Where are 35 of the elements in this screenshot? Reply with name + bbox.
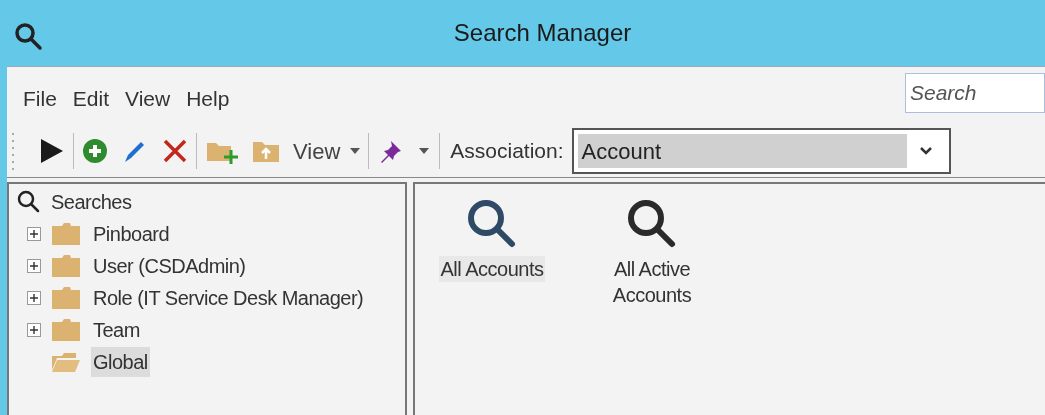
menu-item[interactable]: View [119, 83, 177, 115]
search-icon [14, 22, 44, 52]
add-icon[interactable] [82, 138, 108, 164]
saved-search[interactable]: All Active Accounts [602, 256, 702, 308]
window-title: Search Manager [452, 18, 632, 48]
tree-item[interactable]: Searches [51, 187, 132, 217]
folder-icon [51, 318, 81, 342]
folder-icon [51, 222, 81, 246]
association-dropdown[interactable]: Account [571, 128, 951, 174]
tree-item[interactable]: Global [91, 347, 150, 377]
tree-item[interactable]: Pinboard [91, 219, 172, 249]
search-icon [17, 190, 41, 214]
folder-icon [51, 254, 81, 278]
caret-icon [419, 148, 430, 154]
menu-item[interactable]: File [17, 83, 63, 115]
menu-item[interactable]: Edit [66, 83, 116, 115]
tree-item[interactable]: Role (IT Service Desk Manager) [91, 283, 366, 313]
delete-icon[interactable] [162, 138, 188, 164]
play-icon[interactable] [39, 137, 65, 165]
expand-icon[interactable] [27, 259, 41, 273]
expand-icon[interactable] [27, 227, 41, 241]
open-folder-icon [51, 350, 81, 374]
search-field[interactable]: Search [905, 73, 1045, 113]
chevron-down-icon [918, 146, 933, 156]
view-dropdown[interactable]: View [293, 134, 361, 168]
expand-icon[interactable] [27, 291, 41, 305]
menu-item[interactable]: Help [180, 83, 236, 115]
saved-search[interactable]: All Accounts [438, 256, 546, 282]
association-label: Association: [450, 138, 564, 165]
expand-icon[interactable] [27, 323, 41, 337]
tree-item[interactable]: Team [91, 315, 142, 345]
tree-item[interactable]: User (CSDAdmin) [91, 251, 248, 281]
caret-icon [350, 148, 361, 154]
grip-icon [11, 131, 15, 171]
folder-icon [51, 286, 81, 310]
